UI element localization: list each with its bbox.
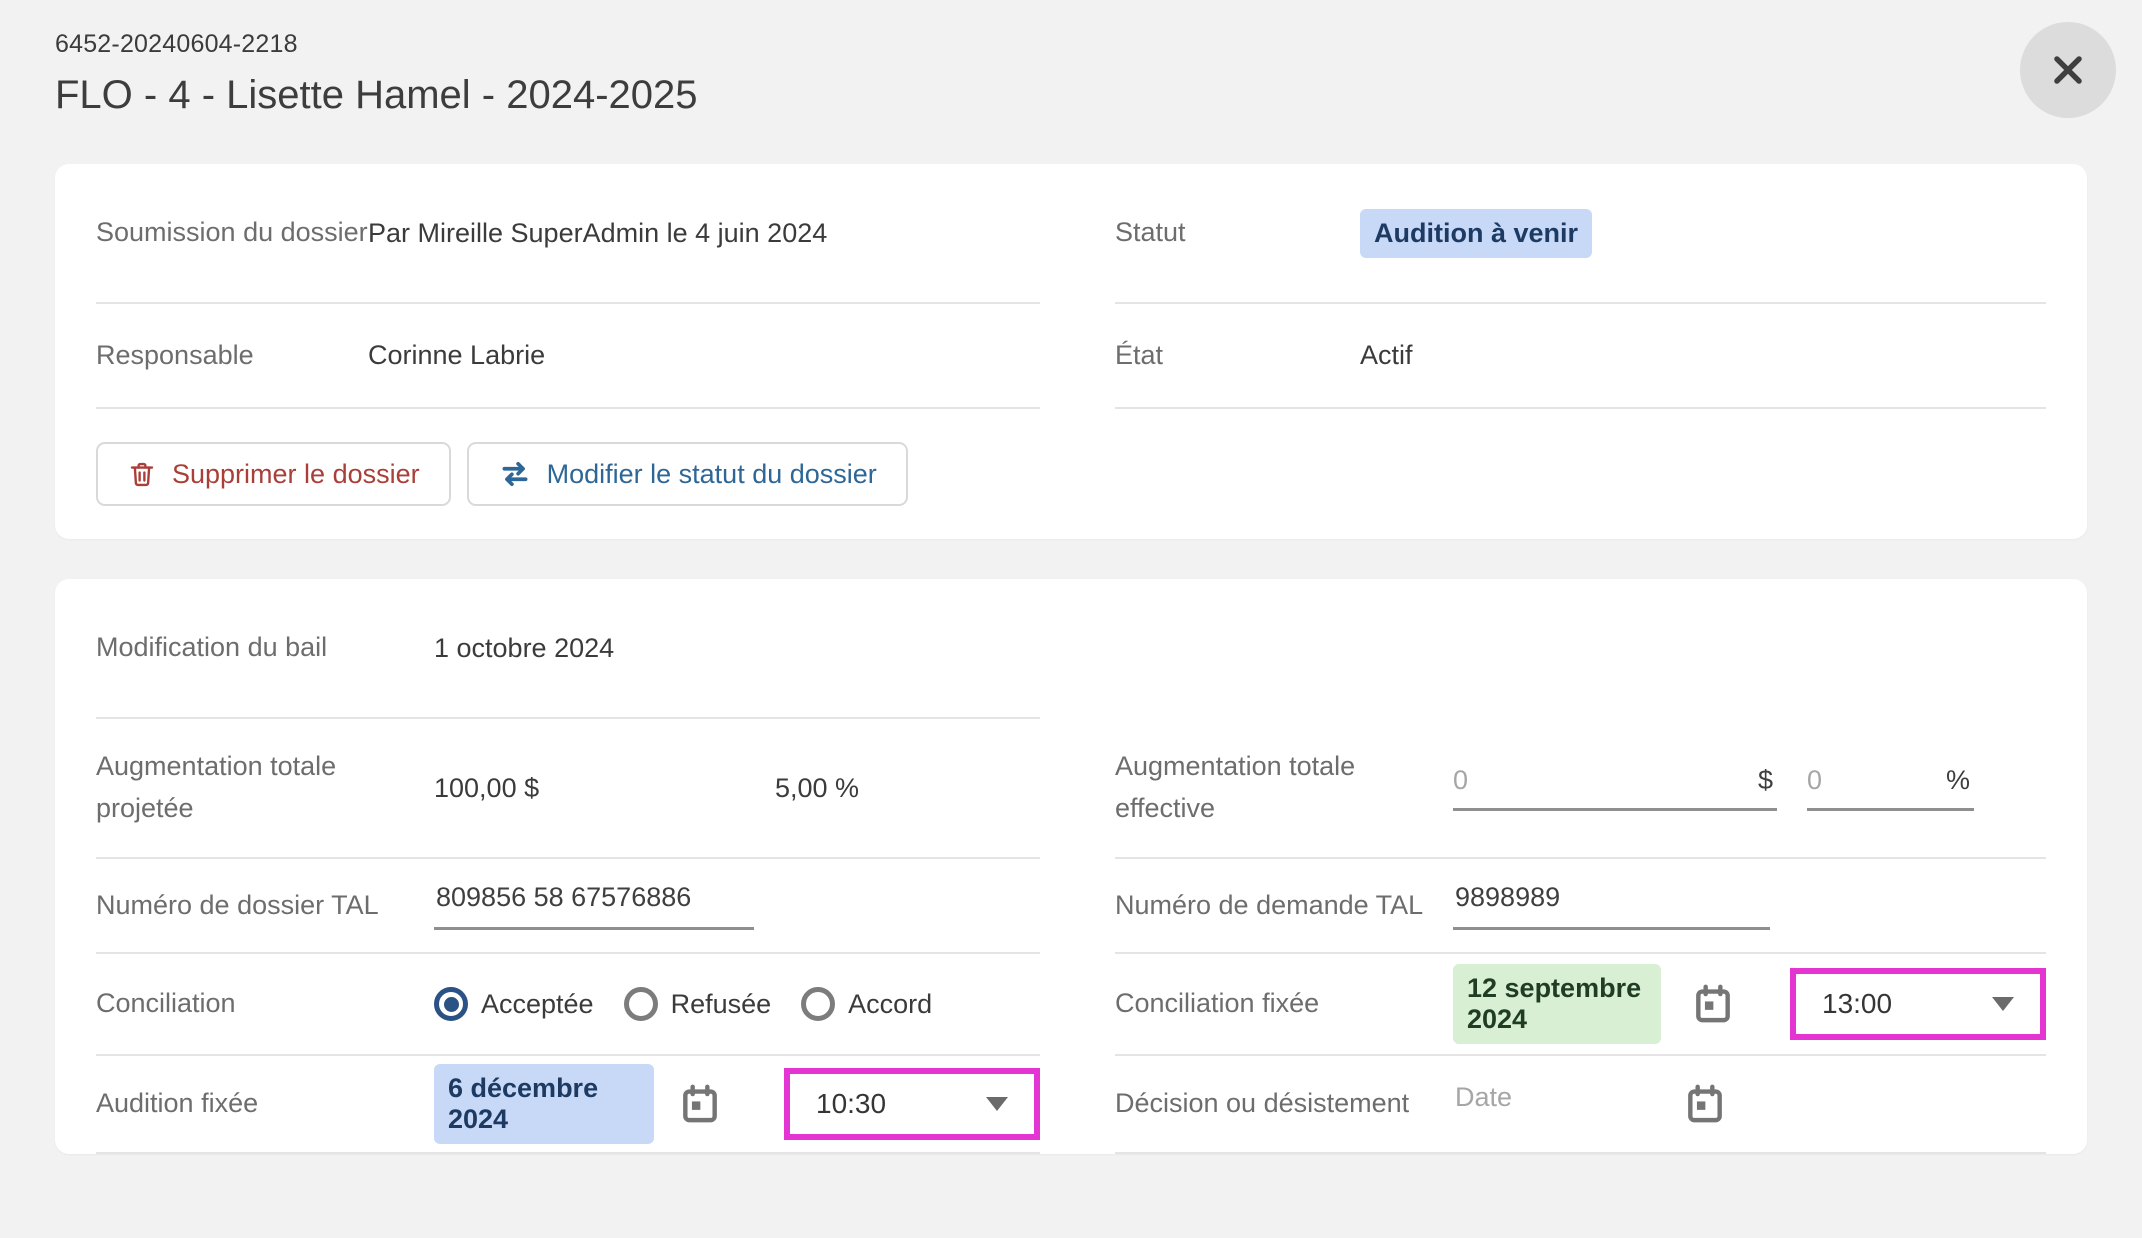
trash-icon bbox=[127, 459, 157, 489]
change-status-label: Modifier le statut du dossier bbox=[547, 459, 877, 490]
decision-date-input[interactable] bbox=[1453, 1082, 1683, 1127]
case-details-card: Modification du bail 1 octobre 2024 Augm… bbox=[55, 579, 2087, 1154]
audition-date-value[interactable]: 6 décembre 2024 bbox=[434, 1064, 654, 1144]
radio-unselected-icon bbox=[801, 987, 835, 1021]
augmentation-effective-percent-input[interactable] bbox=[1807, 765, 1946, 796]
case-summary-card: Soumission du dossier Par Mireille Super… bbox=[55, 164, 2087, 539]
augmentation-projetee-amount: 100,00 $ bbox=[434, 773, 775, 804]
percent-suffix: % bbox=[1946, 765, 1974, 796]
audition-time-select[interactable]: 10:30 bbox=[784, 1068, 1040, 1140]
etat-label: État bbox=[1115, 335, 1360, 377]
decision-label: Décision ou désistement bbox=[1115, 1083, 1453, 1125]
augmentation-effective-label: Augmentation totale effective bbox=[1115, 746, 1453, 830]
case-id: 6452-20240604-2218 bbox=[55, 30, 2087, 59]
calendar-icon[interactable] bbox=[678, 1082, 722, 1126]
radio-label: Acceptée bbox=[481, 989, 594, 1020]
delete-case-button[interactable]: Supprimer le dossier bbox=[96, 442, 451, 506]
soumission-value: Par Mireille SuperAdmin le 4 juin 2024 bbox=[368, 218, 827, 249]
augmentation-effective-amount-field: $ bbox=[1453, 765, 1777, 811]
dropdown-caret-icon bbox=[1992, 997, 2014, 1011]
calendar-icon[interactable] bbox=[1683, 1082, 1727, 1126]
conciliation-time-select[interactable]: 13:00 bbox=[1790, 968, 2046, 1040]
augmentation-projetee-label: Augmentation totale projetée bbox=[96, 746, 434, 830]
conciliation-time-value: 13:00 bbox=[1822, 988, 1892, 1020]
augmentation-effective-amount-input[interactable] bbox=[1453, 765, 1758, 796]
responsable-value: Corinne Labrie bbox=[368, 340, 545, 371]
responsable-label: Responsable bbox=[96, 335, 368, 377]
audition-fixee-label: Audition fixée bbox=[96, 1083, 434, 1125]
modification-bail-label: Modification du bail bbox=[96, 627, 434, 669]
status-badge: Audition à venir bbox=[1360, 209, 1592, 258]
etat-value: Actif bbox=[1360, 340, 1413, 371]
conciliation-date-value[interactable]: 12 septembre 2024 bbox=[1453, 964, 1661, 1044]
delete-case-label: Supprimer le dossier bbox=[172, 459, 420, 490]
transfer-arrows-icon bbox=[498, 457, 532, 491]
radio-selected-icon bbox=[434, 987, 468, 1021]
radio-option-accord[interactable]: Accord bbox=[801, 987, 932, 1021]
radio-label: Accord bbox=[848, 989, 932, 1020]
numero-demande-label: Numéro de demande TAL bbox=[1115, 885, 1453, 927]
dropdown-caret-icon bbox=[986, 1097, 1008, 1111]
radio-option-acceptee[interactable]: Acceptée bbox=[434, 987, 594, 1021]
augmentation-effective-percent-field: % bbox=[1807, 765, 1974, 811]
conciliation-fixee-label: Conciliation fixée bbox=[1115, 983, 1453, 1025]
dollar-suffix: $ bbox=[1758, 765, 1777, 796]
numero-demande-input[interactable] bbox=[1453, 882, 1770, 930]
modification-bail-value: 1 octobre 2024 bbox=[434, 633, 614, 664]
page-header: 6452-20240604-2218 FLO - 4 - Lisette Ham… bbox=[0, 0, 2142, 118]
numero-dossier-label: Numéro de dossier TAL bbox=[96, 885, 434, 927]
calendar-icon[interactable] bbox=[1691, 982, 1735, 1026]
soumission-label: Soumission du dossier bbox=[96, 212, 368, 254]
conciliation-radio-group: Acceptée Refusée Accord bbox=[434, 987, 932, 1021]
radio-unselected-icon bbox=[624, 987, 658, 1021]
change-status-button[interactable]: Modifier le statut du dossier bbox=[467, 442, 908, 506]
radio-label: Refusée bbox=[671, 989, 772, 1020]
close-button[interactable] bbox=[2020, 22, 2116, 118]
augmentation-projetee-percent: 5,00 % bbox=[775, 773, 859, 804]
radio-option-refusee[interactable]: Refusée bbox=[624, 987, 772, 1021]
conciliation-label: Conciliation bbox=[96, 983, 434, 1025]
close-icon bbox=[2049, 51, 2087, 89]
statut-label: Statut bbox=[1115, 212, 1360, 254]
audition-time-value: 10:30 bbox=[816, 1088, 886, 1120]
numero-dossier-input[interactable] bbox=[434, 882, 754, 930]
page-title: FLO - 4 - Lisette Hamel - 2024-2025 bbox=[55, 73, 2087, 118]
